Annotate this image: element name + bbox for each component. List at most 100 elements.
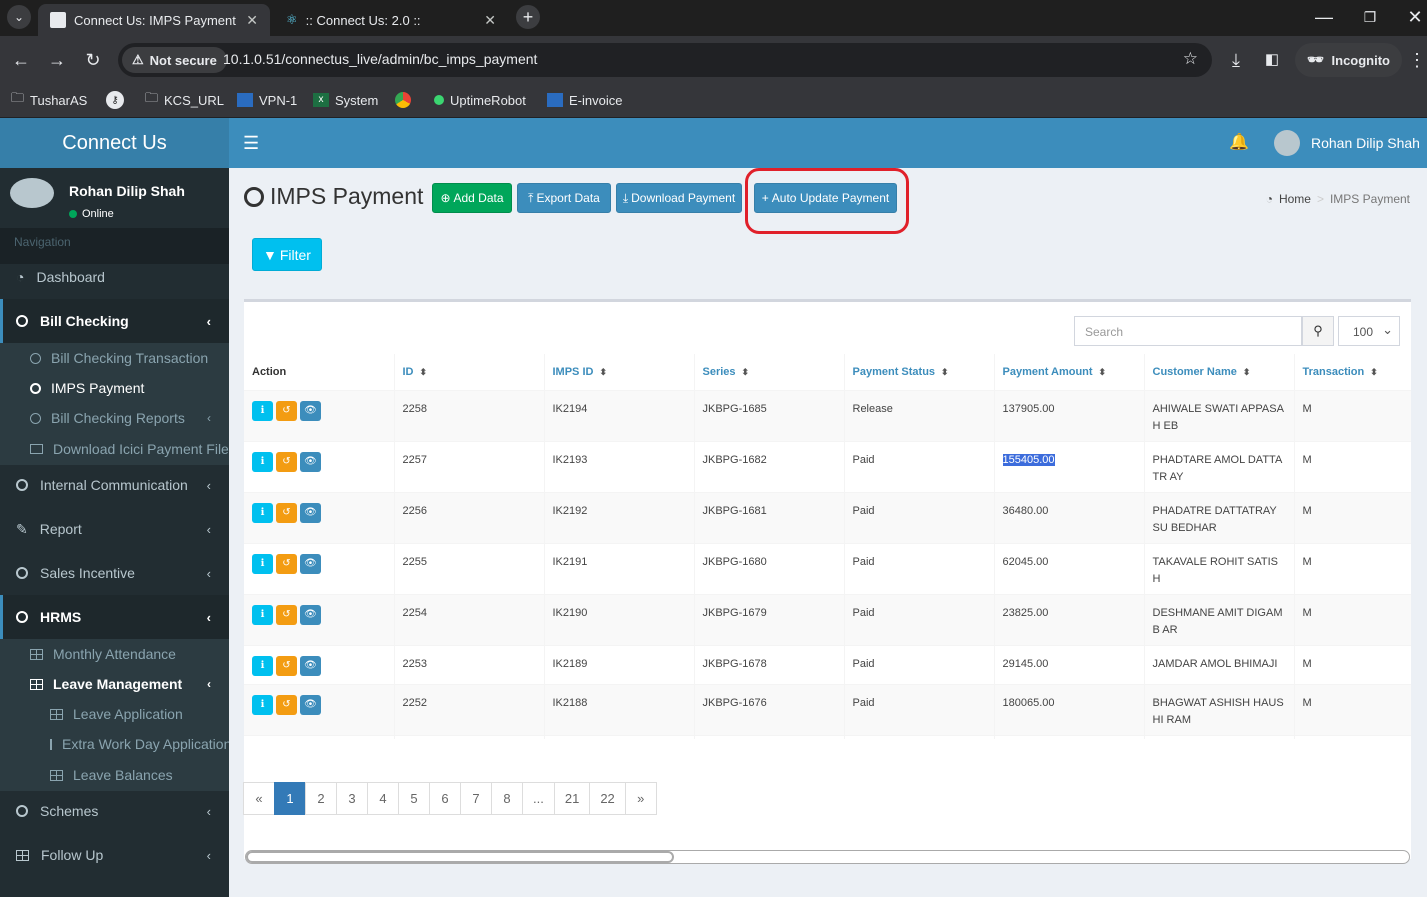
sidebar-subitem-leave-application[interactable]: Leave Application — [0, 699, 229, 729]
history-button[interactable]: ↺ — [276, 400, 297, 421]
filter-button[interactable]: ▼ Filter — [252, 238, 322, 271]
sidebar-item-sales-incentive[interactable]: Sales Incentive ‹ — [0, 551, 229, 595]
pagination-page[interactable]: 4 — [367, 782, 399, 815]
brand-logo[interactable]: Connect Us — [0, 118, 229, 168]
menu-icon[interactable]: ⋮ — [1405, 48, 1427, 72]
table-row[interactable]: ℹ ↺ 👁 2253 IK2189 JKBPG-1678 Paid 29145.00 JAMDA… — [244, 644, 1411, 684]
view-button[interactable]: 👁 — [300, 694, 321, 715]
view-button[interactable]: 👁 — [300, 655, 321, 676]
add-data-button[interactable]: ⊕ Add Data — [432, 183, 512, 213]
view-button[interactable]: 👁 — [300, 400, 321, 421]
sidebar-subitem-monthly-attendance[interactable]: Monthly Attendance — [0, 639, 229, 669]
column-header-id[interactable]: ID ⬍ — [393, 354, 544, 391]
sidebar-item-schemes[interactable]: Schemes ‹ — [0, 789, 229, 833]
bookmark-system[interactable]: x System — [313, 89, 378, 111]
pagination-next[interactable]: » — [624, 782, 657, 815]
url-text[interactable]: 10.1.0.51/connectus_live/admin/bc_imps_p… — [223, 51, 537, 67]
column-header-customer-name[interactable]: Customer Name ⬍ — [1143, 354, 1294, 391]
pagination-page[interactable]: 21 — [553, 782, 591, 815]
column-header-series[interactable]: Series ⬍ — [693, 354, 844, 391]
bookmark-tusharas[interactable]: 🗀 TusharAS — [11, 89, 87, 111]
tab-imps-payment[interactable]: Connect Us: IMPS Payment ✕ — [38, 4, 270, 36]
download-payment-button[interactable]: ⤓ Download Payment — [616, 183, 742, 213]
history-button[interactable]: ↺ — [276, 553, 297, 574]
column-header-transaction[interactable]: Transaction ⬍ — [1293, 354, 1411, 391]
view-button[interactable]: 👁 — [300, 451, 321, 472]
user-menu-name[interactable]: Rohan Dilip Shah — [1311, 135, 1420, 151]
info-button[interactable]: ℹ — [252, 655, 273, 676]
sidebar-item-internal-communication[interactable]: Internal Communication ‹ — [0, 463, 229, 507]
sidebar-subitem-bill-checking-transaction[interactable]: Bill Checking Transaction — [0, 343, 229, 373]
view-button[interactable]: 👁 — [300, 553, 321, 574]
tab-search-icon[interactable]: ⌄ — [7, 5, 31, 29]
star-icon[interactable]: ☆ — [1183, 49, 1198, 69]
export-data-button[interactable]: ⤒ Export Data — [517, 183, 611, 213]
bookmark-vpn-1[interactable]: VPN-1 — [237, 89, 297, 111]
horizontal-scrollbar[interactable] — [245, 850, 1410, 864]
view-button[interactable]: 👁 — [300, 502, 321, 523]
column-header-payment-amount[interactable]: Payment Amount ⬍ — [993, 354, 1144, 391]
restore-icon[interactable]: ❐ — [1358, 5, 1382, 29]
pagination-page[interactable]: 3 — [336, 782, 368, 815]
pagination-page[interactable]: 6 — [429, 782, 461, 815]
pagination-page[interactable]: 7 — [460, 782, 492, 815]
sidebar-item-hrms[interactable]: HRMS ‹ — [0, 595, 229, 639]
security-chip[interactable]: ⚠ Not secure — [122, 47, 227, 73]
address-bar[interactable]: ⚠ Not secure 10.1.0.51/connectus_live/ad… — [118, 43, 1212, 77]
info-button[interactable]: ℹ — [252, 502, 273, 523]
pagination-page[interactable]: 8 — [491, 782, 523, 815]
close-tab-icon[interactable]: ✕ — [484, 12, 496, 29]
avatar[interactable] — [1274, 130, 1300, 156]
history-button[interactable]: ↺ — [276, 655, 297, 676]
table-row[interactable]: ℹ ↺ 👁 2255 IK2191 JKBPG-1680 Paid 62045.00 TAKAV… — [244, 542, 1411, 594]
minimize-icon[interactable]: — — [1312, 5, 1336, 29]
bookmark-e-invoice[interactable]: E-invoice — [547, 89, 622, 111]
pagination-page[interactable]: 2 — [305, 782, 337, 815]
history-button[interactable]: ↺ — [276, 451, 297, 472]
info-button[interactable]: ℹ — [252, 400, 273, 421]
table-row[interactable]: ℹ ↺ 👁 2258 IK2194 JKBPG-1685 Release 137905.00 A… — [244, 389, 1411, 441]
sidebar-subitem-bill-checking-reports[interactable]: Bill Checking Reports ‹ — [0, 403, 229, 433]
history-button[interactable]: ↺ — [276, 694, 297, 715]
bookmark-key[interactable]: ⚷ — [106, 89, 124, 111]
forward-icon[interactable]: → — [45, 48, 69, 72]
sidebar-item-follow-up[interactable]: Follow Up ‹ — [0, 833, 229, 877]
pagination-page[interactable]: ... — [522, 782, 555, 815]
close-tab-icon[interactable]: ✕ — [246, 12, 258, 29]
back-icon[interactable]: ← — [9, 48, 33, 72]
column-header-imps-id[interactable]: IMPS ID ⬍ — [543, 354, 694, 391]
breadcrumb-home[interactable]: Home — [1279, 192, 1311, 206]
sidebar-subitem-leave-management[interactable]: Leave Management ‹ — [0, 669, 229, 699]
table-row[interactable]: ℹ ↺ 👁 2254 IK2190 JKBPG-1679 Paid 23825.00 DESHM… — [244, 593, 1411, 645]
pagination-page[interactable]: 5 — [398, 782, 430, 815]
table-row[interactable]: ℹ ↺ 👁 2252 IK2188 JKBPG-1676 Paid 180065.00 BHAG… — [244, 683, 1411, 735]
table-row-partial[interactable] — [244, 734, 1411, 739]
pagination-page[interactable]: 1 — [274, 782, 306, 815]
new-tab-button[interactable]: + — [516, 5, 540, 29]
reload-icon[interactable]: ↻ — [81, 48, 105, 72]
side-panel-icon[interactable]: ◧ — [1260, 48, 1284, 72]
scrollbar-thumb[interactable] — [246, 851, 674, 863]
search-input[interactable]: Search — [1074, 316, 1302, 346]
bell-icon[interactable]: 🔔 — [1229, 132, 1249, 152]
view-button[interactable]: 👁 — [300, 604, 321, 625]
search-button[interactable]: ⚲ — [1302, 316, 1334, 346]
download-icon[interactable]: ⤓ — [1224, 48, 1248, 72]
hamburger-icon[interactable]: ☰ — [243, 133, 259, 154]
column-header-payment-status[interactable]: Payment Status ⬍ — [843, 354, 994, 391]
table-row[interactable]: ℹ ↺ 👁 2257 IK2193 JKBPG-1682 Paid 155405.00 PHAD… — [244, 440, 1411, 492]
info-button[interactable]: ℹ — [252, 694, 273, 715]
history-button[interactable]: ↺ — [276, 502, 297, 523]
sidebar-item-bill-checking[interactable]: Bill Checking ‹ — [0, 299, 229, 343]
sidebar-subitem-imps-payment[interactable]: IMPS Payment — [0, 373, 229, 403]
history-button[interactable]: ↺ — [276, 604, 297, 625]
tab-connect-us[interactable]: ⚛ :: Connect Us: 2.0 :: ✕ — [274, 4, 508, 36]
sidebar-item-dashboard[interactable]: ◔ Dashboard — [0, 255, 229, 299]
info-button[interactable]: ℹ — [252, 604, 273, 625]
bookmark-kcs-url[interactable]: 🗀 KCS_URL — [145, 89, 224, 111]
sidebar-subitem-leave-balances[interactable]: Leave Balances — [0, 759, 229, 791]
sidebar-subitem-download-icici[interactable]: Download Icici Payment File — [0, 433, 229, 465]
bookmark-chrome[interactable] — [395, 89, 411, 111]
pagination-page[interactable]: 22 — [589, 782, 626, 815]
info-button[interactable]: ℹ — [252, 451, 273, 472]
